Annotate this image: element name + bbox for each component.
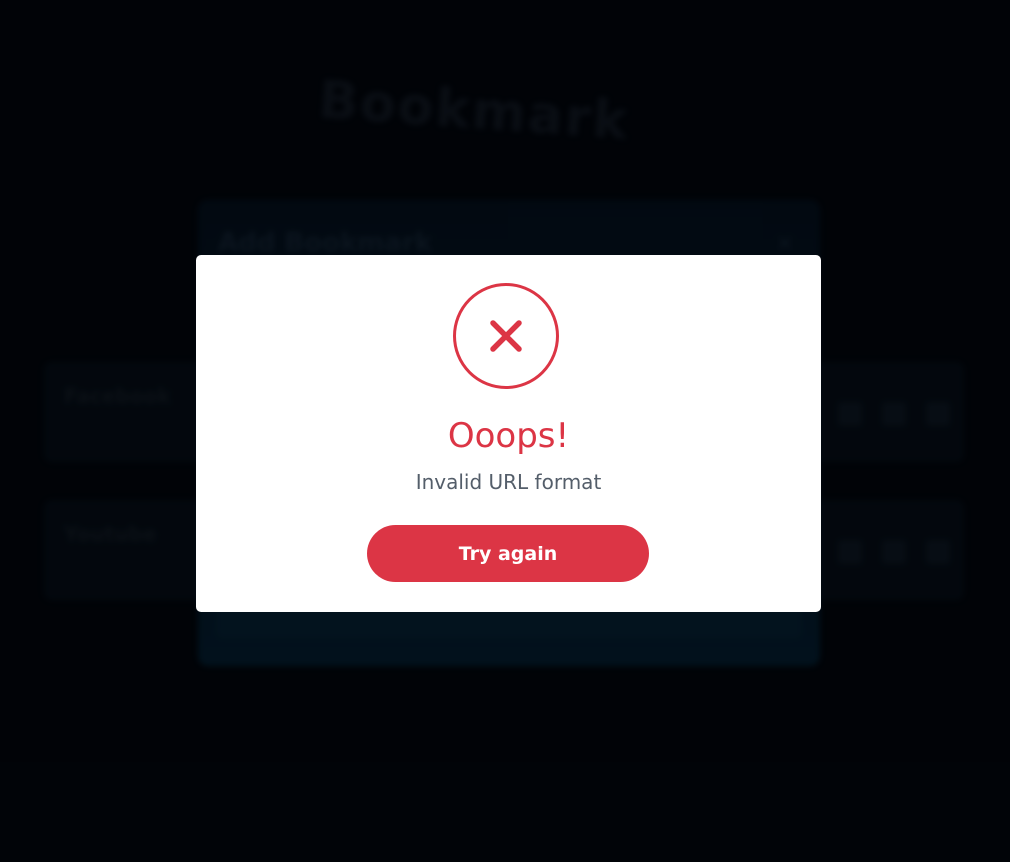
error-alert-dialog: Ooops! Invalid URL format Try again	[196, 255, 821, 612]
alert-message: Invalid URL format	[415, 470, 602, 494]
try-again-button[interactable]: Try again	[367, 525, 649, 582]
page: Bookmark Facebook Youtube Add Bookmark ✕	[0, 0, 1010, 862]
error-x-icon	[453, 283, 559, 389]
alert-title: Ooops!	[447, 416, 570, 456]
